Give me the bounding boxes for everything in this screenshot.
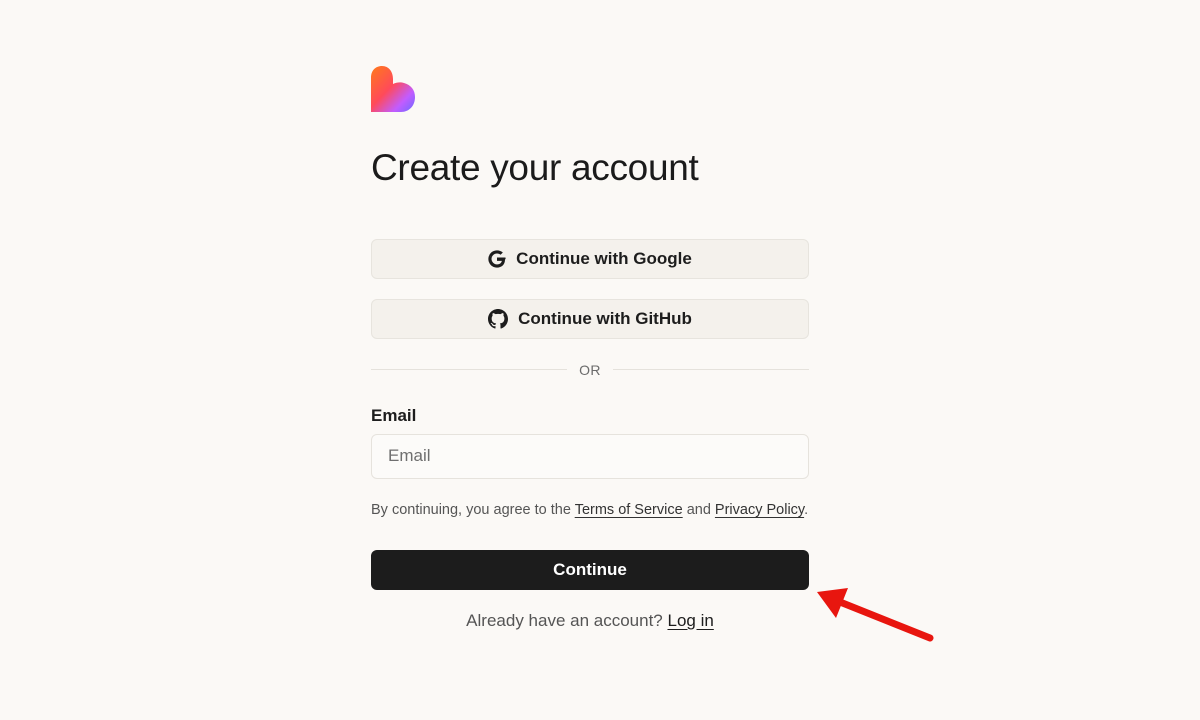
login-prompt: Already have an account? Log in	[371, 611, 809, 631]
legal-prefix: By continuing, you agree to the	[371, 501, 575, 518]
continue-with-google-button[interactable]: Continue with Google	[371, 238, 809, 279]
github-icon	[488, 308, 509, 329]
login-prompt-text: Already have an account?	[466, 610, 668, 630]
google-icon	[488, 250, 506, 268]
signup-form-container: Create your account Continue with Google…	[371, 66, 809, 631]
legal-suffix: .	[804, 501, 809, 518]
heart-logo-icon	[371, 66, 415, 112]
continue-with-github-button[interactable]: Continue with GitHub	[371, 298, 809, 339]
legal-middle: and	[682, 501, 715, 518]
legal-notice: By continuing, you agree to the Terms of…	[371, 499, 809, 522]
continue-button[interactable]: Continue	[371, 549, 809, 590]
log-in-link[interactable]: Log in	[667, 611, 713, 630]
email-label: Email	[371, 405, 417, 425]
page-title: Create your account	[371, 147, 699, 188]
privacy-policy-link[interactable]: Privacy Policy	[715, 502, 804, 518]
continue-with-github-label: Continue with GitHub	[518, 308, 692, 328]
red-arrow-icon	[817, 588, 934, 642]
or-text: OR	[579, 361, 601, 378]
continue-with-google-label: Continue with Google	[516, 248, 692, 268]
divider-line-left	[371, 369, 568, 371]
terms-of-service-link[interactable]: Terms of Service	[575, 502, 683, 518]
email-input[interactable]	[371, 433, 809, 479]
divider-line-right	[612, 369, 809, 371]
or-divider: OR	[371, 361, 809, 379]
